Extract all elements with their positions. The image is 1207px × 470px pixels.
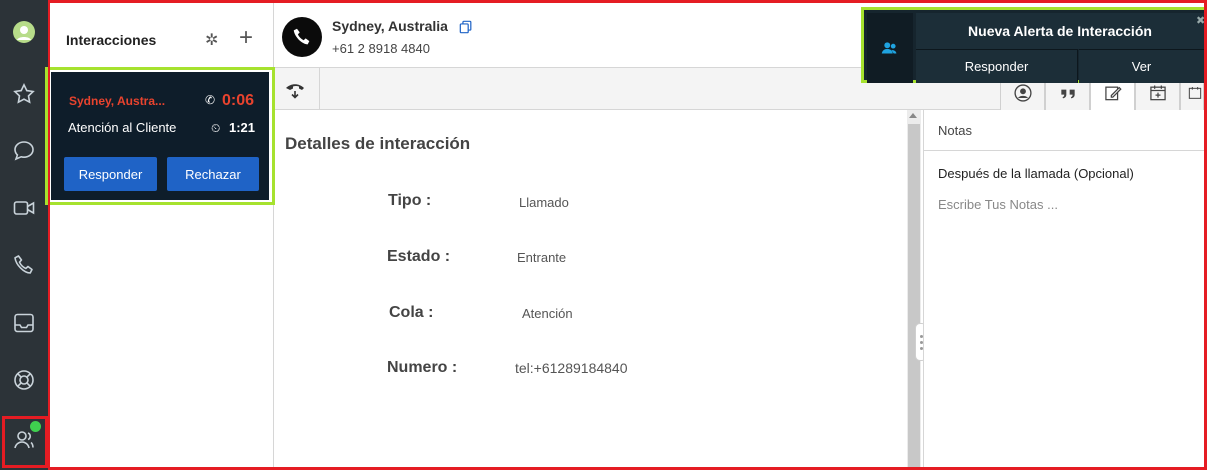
agents-highlight: [2, 416, 48, 468]
add-interaction-icon[interactable]: +: [239, 24, 253, 52]
alert-respond-button[interactable]: Responder: [916, 49, 1078, 83]
notes-header: Notas: [924, 110, 1205, 151]
card-wait-time: 1:21: [229, 120, 256, 135]
number-label: Numero :: [387, 359, 458, 376]
edit-note-icon: [1104, 86, 1122, 100]
chat-icon[interactable]: [8, 135, 40, 167]
after-call-label: Después de la llamada (Opcional): [938, 166, 1134, 181]
calendar-add-icon: [1149, 85, 1166, 100]
caller-name: Sydney, Australia: [332, 18, 448, 34]
toolbar-divider: [319, 68, 320, 110]
video-icon[interactable]: [8, 192, 40, 224]
scroll-thumb[interactable]: [908, 124, 920, 467]
reject-button[interactable]: Rechazar: [167, 157, 259, 191]
new-interaction-alert: Nueva Alerta de Interacción ✖ Responder …: [861, 7, 1207, 83]
settings-gear-icon[interactable]: ✲: [205, 30, 218, 50]
notes-panel: Notas Después de la llamada (Opcional): [923, 110, 1205, 467]
interactions-header: Interacciones ✲ +: [50, 3, 274, 69]
alert-title: Nueva Alerta de Interacción: [916, 13, 1204, 49]
type-label: Tipo :: [388, 192, 432, 209]
lifebuoy-icon[interactable]: [8, 364, 40, 396]
number-value[interactable]: tel:+61289184840: [515, 360, 628, 376]
call-type-phone-icon: [282, 17, 322, 57]
calendar-icon: [1188, 86, 1202, 99]
inbox-icon[interactable]: [8, 307, 40, 339]
queue-value: Atención: [522, 306, 573, 321]
alert-close-icon[interactable]: ✖: [1196, 14, 1205, 27]
alert-view-button[interactable]: Ver: [1079, 49, 1204, 83]
accept-button[interactable]: Responder: [64, 157, 157, 191]
type-value: Llamado: [519, 195, 569, 210]
caller-number: +61 2 8918 4840: [332, 41, 430, 56]
details-title: Detalles de interacción: [285, 134, 471, 153]
contact-icon: [1013, 83, 1032, 102]
star-icon[interactable]: [8, 78, 40, 110]
status-label: Estado :: [387, 248, 451, 265]
card-clock-icon: ⏲: [211, 121, 221, 135]
card-phone-icon: ✆: [205, 93, 216, 107]
left-rail: [0, 0, 48, 470]
interactions-title: Interacciones: [66, 32, 157, 48]
card-call-timer: 0:06: [222, 92, 255, 109]
notes-input[interactable]: [938, 197, 1188, 212]
card-queue-name: Atención al Cliente: [68, 120, 177, 135]
copy-icon[interactable]: [459, 20, 473, 34]
card-caller-name: Sydney, Austra...: [69, 94, 166, 108]
scroll-up-arrow-icon[interactable]: [909, 113, 917, 118]
status-value: Entrante: [517, 250, 567, 265]
transfer-icon[interactable]: [283, 78, 307, 100]
user-avatar-icon[interactable]: [8, 16, 40, 48]
phone-icon[interactable]: [8, 249, 40, 281]
quote-icon: [1060, 89, 1075, 98]
incoming-interaction-card[interactable]: Sydney, Austra... ✆ 0:06 Atención al Cli…: [51, 72, 269, 200]
alert-agents-icon: [867, 13, 913, 83]
details-scrollbar[interactable]: [907, 110, 921, 467]
queue-label: Cola :: [389, 304, 434, 321]
interaction-details: Detalles de interacción Tipo : Llamado E…: [275, 110, 907, 467]
presence-status-dot: [30, 421, 41, 432]
notes-title: Notas: [938, 123, 972, 138]
